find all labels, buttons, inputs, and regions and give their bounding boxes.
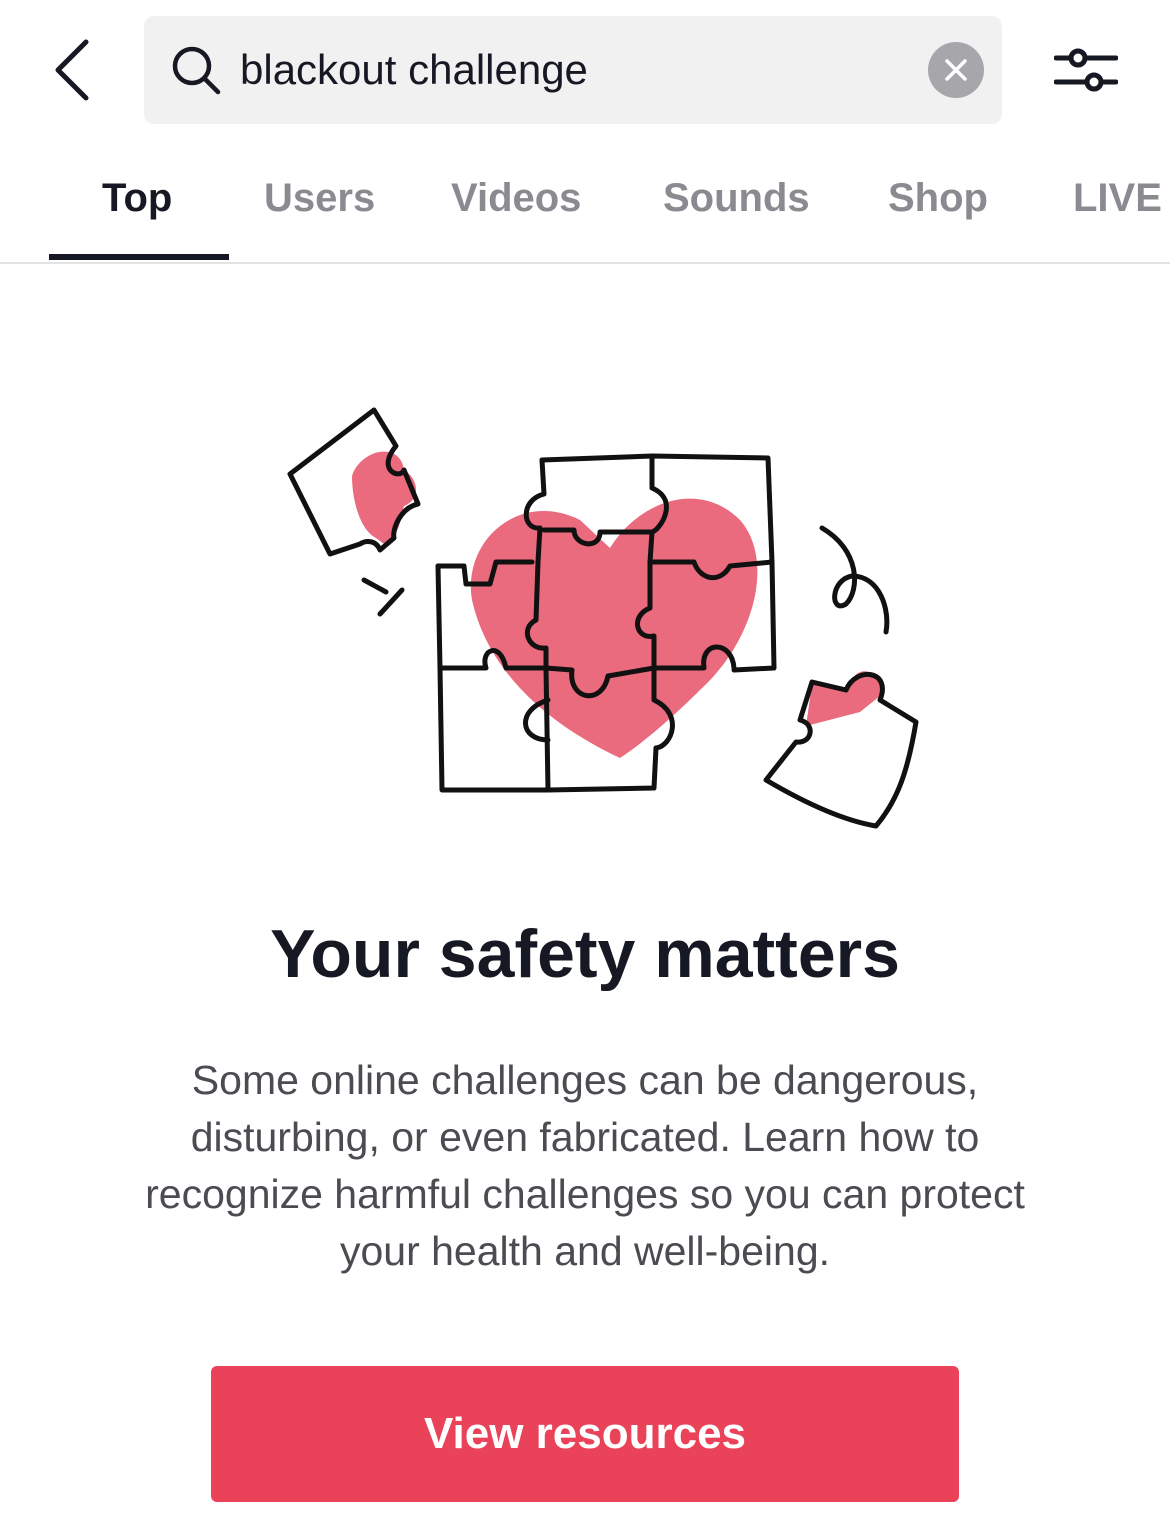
view-resources-button[interactable]: View resources [211,1366,959,1502]
active-tab-indicator [49,254,229,260]
search-icon [172,46,221,95]
chevron-left-icon [55,39,89,101]
close-icon [945,59,967,81]
tab-sounds[interactable]: Sounds [663,176,810,221]
back-button[interactable] [36,30,108,110]
tab-users[interactable]: Users [264,176,375,221]
search-tabs: Top Users Videos Sounds Shop LIVE [0,150,1170,264]
puzzle-heart-illustration [287,407,919,829]
safety-title: Your safety matters [270,916,900,992]
search-input[interactable] [240,40,900,100]
search-bar[interactable] [144,16,1002,124]
filter-button[interactable] [1046,36,1126,104]
sliders-icon [1054,48,1118,92]
safety-description: Some online challenges can be dangerous,… [145,1057,1025,1274]
tab-videos[interactable]: Videos [451,176,581,221]
tab-top[interactable]: Top [102,176,172,221]
tab-shop[interactable]: Shop [888,176,988,221]
tab-live[interactable]: LIVE [1073,176,1162,221]
clear-search-button[interactable] [928,42,984,98]
